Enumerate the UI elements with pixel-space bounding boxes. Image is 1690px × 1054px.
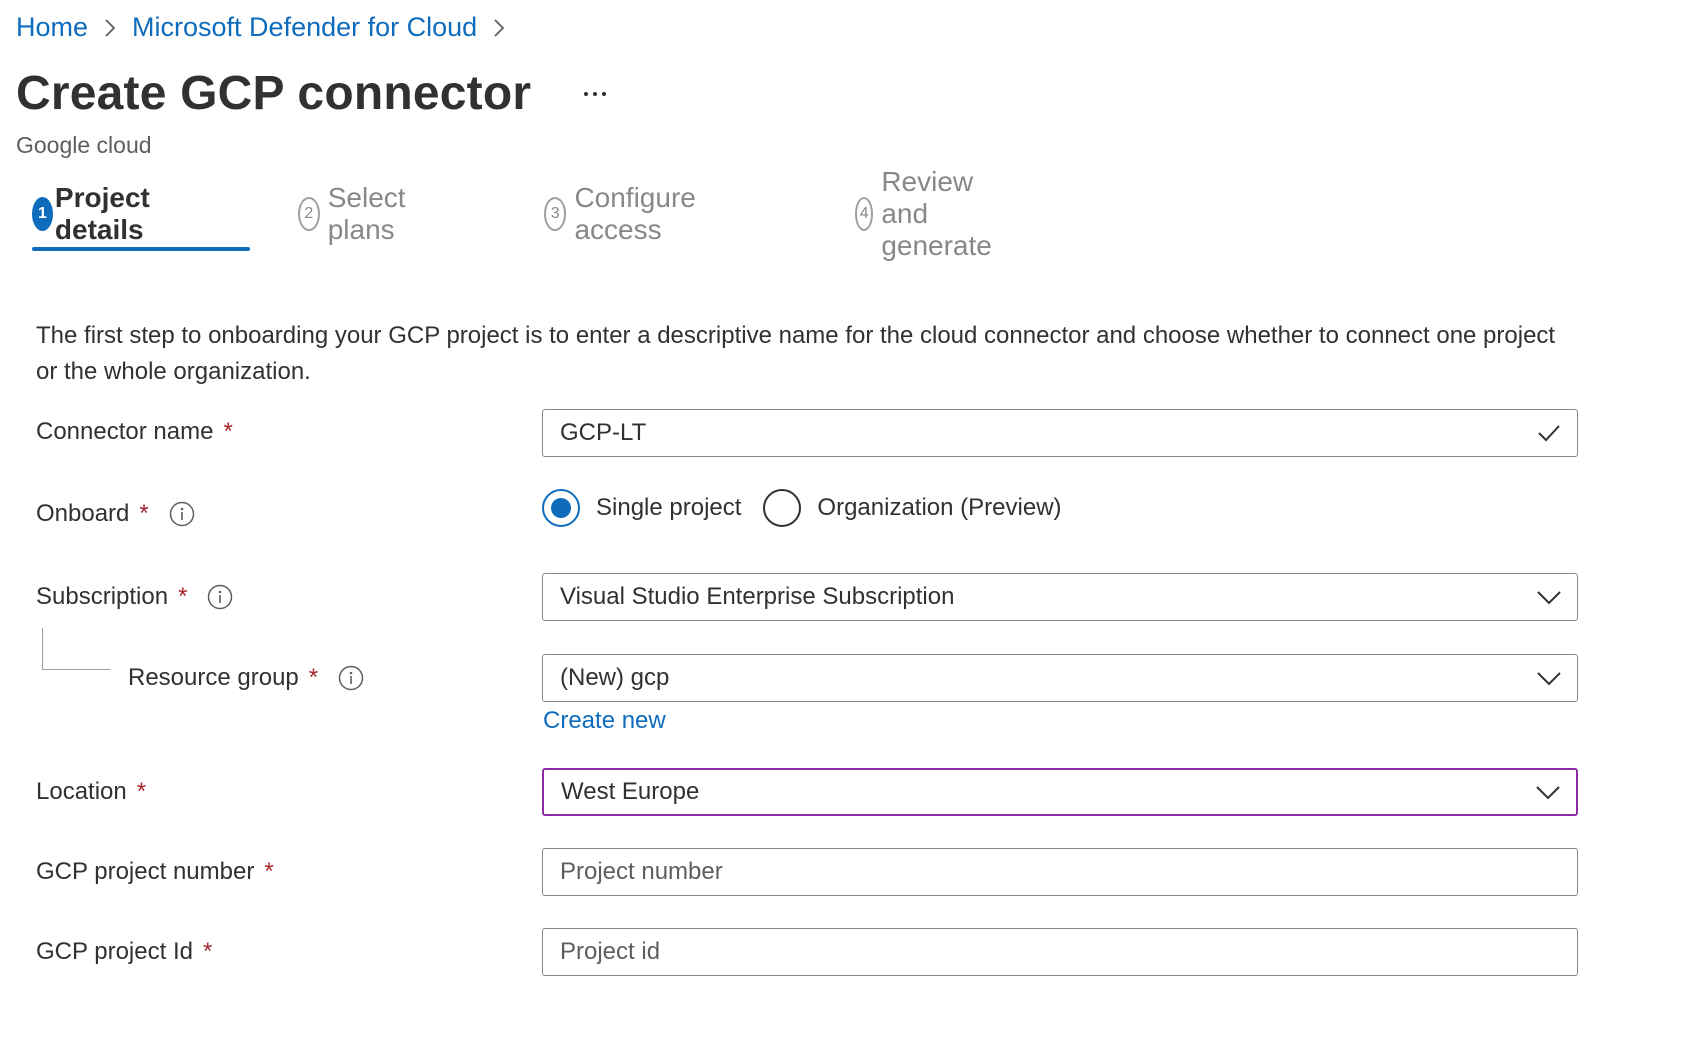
step-number: 4 (855, 197, 874, 231)
required-indicator: * (264, 858, 274, 885)
tab-label: Configure access (574, 182, 696, 245)
chevron-down-icon (1534, 782, 1562, 802)
resource-group-value: (New) gcp (560, 664, 670, 691)
info-icon[interactable] (169, 501, 195, 527)
label-text: Resource group (128, 664, 299, 691)
radio-label: Single project (596, 494, 742, 521)
radio-label: Organization (Preview) (817, 494, 1062, 521)
info-icon[interactable] (207, 584, 233, 610)
project-number-label: GCP project number * (36, 858, 274, 886)
location-value: West Europe (561, 778, 700, 805)
required-indicator: * (223, 418, 233, 445)
title-row: Create GCP connector (16, 66, 611, 121)
radio-organization[interactable]: Organization (Preview) (763, 489, 1062, 527)
project-id-label: GCP project Id * (36, 938, 212, 966)
step-number: 1 (32, 197, 53, 231)
required-indicator: * (308, 664, 319, 691)
breadcrumb: Home Microsoft Defender for Cloud (16, 12, 521, 43)
project-number-placeholder: Project number (560, 858, 723, 885)
resource-group-label: Resource group * (128, 664, 364, 692)
radio-button[interactable] (542, 489, 580, 527)
tab-label: Project details (54, 182, 150, 245)
resource-group-dropdown[interactable]: (New) gcp (542, 654, 1578, 702)
tab-project-details[interactable]: 1 Project details (32, 182, 163, 245)
info-icon[interactable] (338, 665, 364, 691)
label-text: Onboard (36, 500, 130, 527)
tab-select-plans[interactable]: 2 Select plans (298, 182, 418, 245)
step-description: The first step to onboarding your GCP pr… (36, 322, 1556, 385)
chevron-right-icon (88, 17, 132, 39)
radio-button[interactable] (763, 489, 802, 527)
tab-configure-access[interactable]: 3 Configure access (544, 182, 707, 245)
breadcrumb-defender-link[interactable]: Microsoft Defender for Cloud (132, 12, 477, 43)
chevron-down-icon (1535, 587, 1563, 607)
tree-connector-line (42, 628, 110, 670)
step-number: 2 (298, 197, 320, 231)
label-text: Connector name (36, 418, 214, 445)
location-dropdown[interactable]: West Europe (542, 768, 1578, 816)
tab-label: Select plans (327, 182, 406, 245)
subscription-dropdown[interactable]: Visual Studio Enterprise Subscription (542, 573, 1578, 621)
subscription-value: Visual Studio Enterprise Subscription (560, 583, 955, 610)
radio-single-project[interactable]: Single project (542, 489, 741, 527)
label-text: GCP project Id (36, 938, 193, 965)
connector-name-value: GCP-LT (560, 419, 647, 446)
required-indicator: * (139, 500, 149, 527)
label-text: Subscription (36, 583, 169, 610)
step-number: 3 (544, 197, 567, 231)
tab-label: Review and generate (881, 166, 992, 261)
project-id-input[interactable]: Project id (542, 928, 1578, 976)
project-id-placeholder: Project id (560, 938, 661, 965)
label-text: Location (36, 778, 127, 805)
required-indicator: * (178, 583, 188, 610)
chevron-right-icon (477, 17, 521, 39)
checkmark-icon (1535, 423, 1563, 443)
more-icon[interactable] (579, 78, 611, 110)
connector-name-input[interactable]: GCP-LT (542, 409, 1578, 457)
label-text: GCP project number (36, 858, 255, 885)
onboard-radio-group: Single project Organization (Preview) (542, 489, 1084, 527)
create-new-link[interactable]: Create new (543, 707, 666, 735)
required-indicator: * (136, 778, 147, 805)
onboard-label: Onboard * (36, 500, 195, 528)
connector-name-label: Connector name * (36, 418, 233, 446)
project-number-input[interactable]: Project number (542, 848, 1578, 896)
chevron-down-icon (1535, 668, 1563, 688)
active-tab-indicator (32, 247, 250, 251)
page-subtitle: Google cloud (16, 132, 152, 158)
location-label: Location * (36, 778, 146, 806)
subscription-label: Subscription * (36, 583, 233, 611)
tab-review-and-generate[interactable]: 4 Review and generate (855, 166, 1008, 261)
page-title: Create GCP connector (16, 67, 532, 120)
breadcrumb-home-link[interactable]: Home (16, 12, 88, 43)
required-indicator: * (202, 938, 213, 965)
